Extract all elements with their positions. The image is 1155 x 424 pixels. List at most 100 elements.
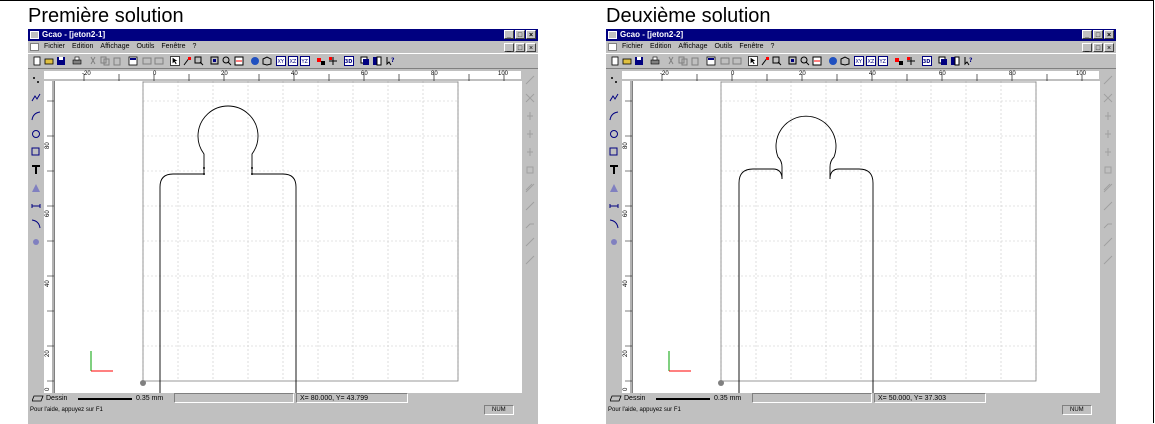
properties-icon[interactable] [128, 56, 138, 66]
menu-affichage[interactable]: Affichage [678, 41, 707, 53]
cascade-icon[interactable] [360, 56, 370, 66]
line-thickness[interactable]: 0.35 mm [714, 393, 741, 404]
trim-tool-icon[interactable] [1103, 93, 1113, 103]
tile-icon[interactable] [950, 56, 960, 66]
zoom-in-icon[interactable] [222, 56, 232, 66]
minimize-button[interactable]: _ [504, 30, 514, 39]
dimension-tool-icon[interactable] [609, 201, 619, 211]
menu-edition[interactable]: Edition [650, 41, 671, 53]
menu-affichage[interactable]: Affichage [100, 41, 129, 53]
snap-icon[interactable] [906, 56, 916, 66]
select-arrow-icon[interactable] [748, 56, 758, 66]
join-tool-icon[interactable] [1103, 255, 1113, 265]
curve-tool-icon[interactable] [31, 111, 41, 121]
doc-minimize-button[interactable]: _ [504, 43, 514, 52]
mirror-y-icon[interactable] [525, 129, 535, 139]
paste-icon[interactable] [690, 56, 700, 66]
solid-icon[interactable] [262, 56, 272, 66]
view-3d-icon[interactable]: 3D [922, 56, 932, 66]
offset-tool-icon[interactable] [1103, 183, 1113, 193]
menu-edition[interactable]: Edition [72, 41, 93, 53]
close-button[interactable]: × [1104, 30, 1114, 39]
rectangle-tool-icon[interactable] [609, 147, 619, 157]
mirror-y-icon[interactable] [1103, 129, 1113, 139]
snap-icon[interactable] [328, 56, 338, 66]
trim-tool-icon[interactable] [525, 93, 535, 103]
line-tool-icon[interactable] [525, 75, 535, 85]
origin-marker[interactable] [140, 380, 146, 386]
node-point[interactable] [203, 173, 205, 175]
polyline-tool-icon[interactable] [609, 93, 619, 103]
break-tool-icon[interactable] [1103, 237, 1113, 247]
cut-icon[interactable] [666, 56, 676, 66]
document-icon[interactable] [30, 43, 39, 51]
token-body[interactable] [159, 173, 297, 393]
zoom-all-icon[interactable] [788, 56, 798, 66]
maximize-button[interactable]: □ [1093, 30, 1103, 39]
view-xy-icon[interactable]: XY [276, 56, 286, 66]
properties-icon[interactable] [706, 56, 716, 66]
scale-tool-icon[interactable] [525, 165, 535, 175]
chamfer-tool-icon[interactable] [525, 219, 535, 229]
doc-minimize-button[interactable]: _ [1082, 43, 1092, 52]
layer-icon[interactable] [316, 56, 326, 66]
solid-icon[interactable] [840, 56, 850, 66]
mirror-x-icon[interactable] [1103, 111, 1113, 121]
zoom-all-icon[interactable] [210, 56, 220, 66]
zoom-window-icon[interactable] [194, 56, 204, 66]
redo-icon[interactable] [154, 56, 164, 66]
doc-maximize-button[interactable]: □ [1093, 43, 1103, 52]
cut-icon[interactable] [88, 56, 98, 66]
transform-tool-icon[interactable] [609, 237, 619, 247]
hatch-tool-icon[interactable] [31, 183, 41, 193]
token-head[interactable] [775, 115, 837, 179]
extend-tool-icon[interactable] [1103, 201, 1113, 211]
node-point[interactable] [251, 173, 253, 175]
zoom-window-icon[interactable] [772, 56, 782, 66]
extend-tool-icon[interactable] [525, 201, 535, 211]
text-tool-icon[interactable] [31, 165, 41, 175]
node-edit-icon[interactable] [760, 56, 770, 66]
print-icon[interactable] [650, 56, 660, 66]
menu-fichier[interactable]: Fichier [622, 41, 643, 53]
copy-icon[interactable] [100, 56, 110, 66]
zoom-out-icon[interactable] [812, 56, 822, 66]
tile-icon[interactable] [372, 56, 382, 66]
offset-tool-icon[interactable] [525, 183, 535, 193]
doc-close-button[interactable]: × [1104, 43, 1114, 52]
shade-icon[interactable] [828, 56, 838, 66]
doc-close-button[interactable]: × [526, 43, 536, 52]
join-tool-icon[interactable] [525, 255, 535, 265]
fillet-tool-icon[interactable] [31, 219, 41, 229]
view-xz-icon[interactable]: XZ [866, 56, 876, 66]
save-icon[interactable] [56, 56, 66, 66]
layer-name[interactable]: Dessin [46, 393, 67, 404]
paste-icon[interactable] [112, 56, 122, 66]
node-point[interactable] [251, 167, 253, 169]
scale-tool-icon[interactable] [1103, 165, 1113, 175]
circle-tool-icon[interactable] [31, 129, 41, 139]
new-file-icon[interactable] [610, 56, 620, 66]
curve-tool-icon[interactable] [609, 111, 619, 121]
undo-icon[interactable] [142, 56, 152, 66]
redo-icon[interactable] [732, 56, 742, 66]
node-point[interactable] [203, 167, 205, 169]
token-head[interactable] [197, 105, 259, 168]
document-icon[interactable] [608, 43, 617, 51]
view-xy-icon[interactable]: XY [854, 56, 864, 66]
circle-tool-icon[interactable] [609, 129, 619, 139]
drawing-canvas[interactable] [633, 81, 1100, 393]
maximize-button[interactable]: □ [515, 30, 525, 39]
mirror-z-icon[interactable] [525, 147, 535, 157]
help-pointer-icon[interactable]: ? [964, 56, 974, 66]
layer-icon[interactable] [894, 56, 904, 66]
token-body[interactable] [738, 168, 874, 393]
zoom-out-icon[interactable] [234, 56, 244, 66]
menu-help[interactable]: ? [193, 41, 197, 53]
view-3d-icon[interactable]: 3D [344, 56, 354, 66]
open-folder-icon[interactable] [44, 56, 54, 66]
break-tool-icon[interactable] [525, 237, 535, 247]
new-file-icon[interactable] [32, 56, 42, 66]
line-tool-icon[interactable] [1103, 75, 1113, 85]
menu-outils[interactable]: Outils [714, 41, 732, 53]
